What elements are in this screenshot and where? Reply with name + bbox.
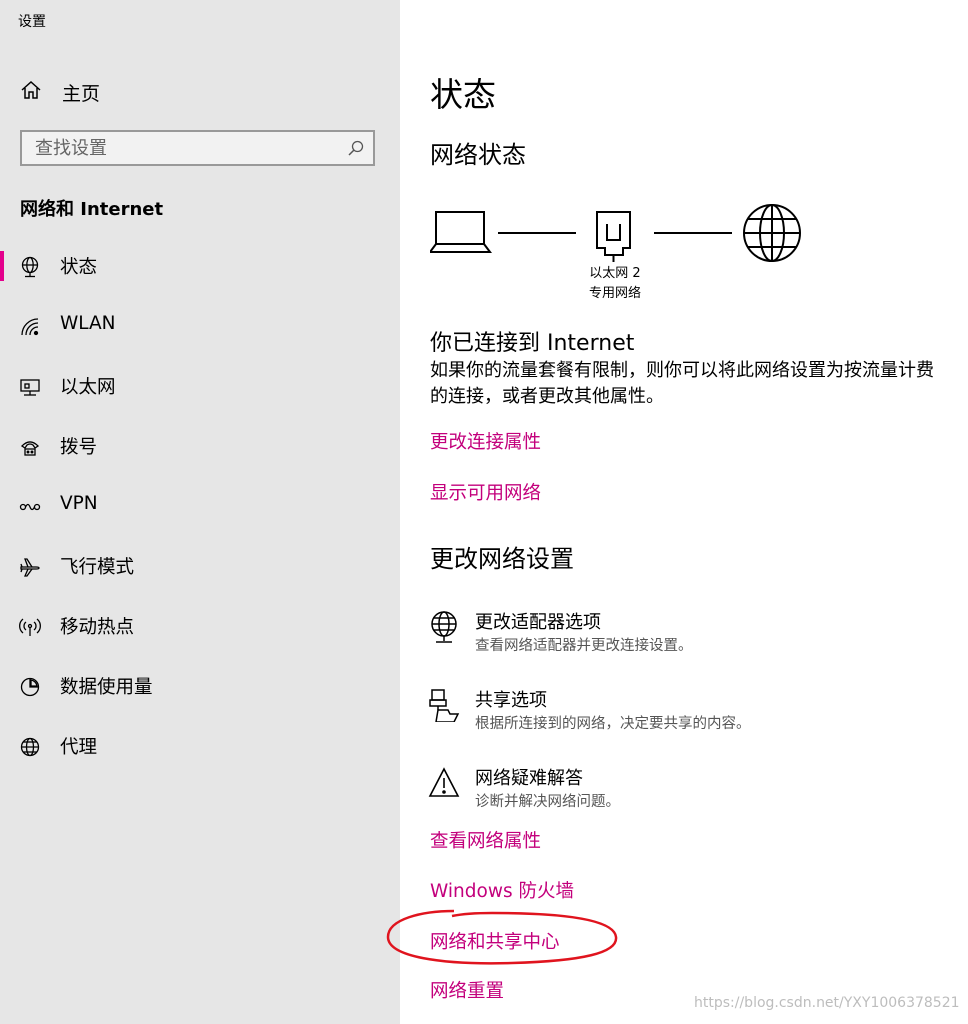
main-content: 状态 网络状态 以太网 2 专用网络 你已连接到 Internet 如果你的流量… — [400, 0, 968, 1024]
sidebar-nav: 状态 WLAN 以太网 拨号 VPN 飞行模式 移动热点 数据使用量 代理 — [0, 236, 400, 776]
change-settings-heading: 更改网络设置 — [430, 545, 574, 573]
option-description: 诊断并解决网络问题。 — [475, 794, 620, 810]
dialup-icon — [18, 435, 42, 459]
option-description: 查看网络适配器并更改连接设置。 — [475, 638, 693, 654]
option-description: 根据所连接到的网络，决定要共享的内容。 — [475, 716, 751, 732]
sidebar-item-label: 移动热点 — [60, 617, 135, 638]
data-usage-icon — [18, 675, 42, 699]
windows-firewall-link[interactable]: Windows 防火墙 — [430, 877, 574, 903]
adapter-options-item[interactable]: 更改适配器选项 查看网络适配器并更改连接设置。 — [428, 608, 948, 658]
globe-icon — [18, 735, 42, 759]
sharing-options-item[interactable]: 共享选项 根据所连接到的网络，决定要共享的内容。 — [428, 686, 948, 736]
network-reset-link[interactable]: 网络重置 — [430, 977, 504, 1003]
sidebar-item-data-usage[interactable]: 数据使用量 — [0, 656, 400, 716]
sidebar-item-airplane[interactable]: 飞行模式 — [0, 536, 400, 596]
sidebar-item-label: VPN — [60, 493, 98, 514]
option-title: 更改适配器选项 — [475, 612, 601, 633]
sidebar-item-label: 代理 — [60, 737, 98, 758]
sidebar-item-label: 数据使用量 — [60, 677, 153, 698]
sidebar-item-label: 飞行模式 — [60, 557, 135, 578]
hotspot-icon — [18, 615, 42, 639]
sidebar-item-label: 拨号 — [60, 437, 98, 458]
laptop-icon — [430, 211, 492, 253]
home-nav-item[interactable]: 主页 — [20, 78, 100, 106]
sidebar-item-status[interactable]: 状态 — [0, 236, 400, 296]
home-icon — [20, 79, 42, 105]
wifi-icon — [18, 315, 42, 339]
sidebar-item-wlan[interactable]: WLAN — [0, 296, 400, 356]
adapter-name: 以太网 2 — [589, 266, 641, 281]
page-title: 状态 — [430, 75, 496, 114]
search-box[interactable] — [20, 130, 375, 166]
home-label: 主页 — [62, 82, 101, 105]
network-status-heading: 网络状态 — [430, 141, 526, 169]
internet-globe-icon — [743, 204, 801, 262]
sidebar: 设置 主页 网络和 Internet 状态 WLAN — [0, 0, 400, 1024]
vpn-icon — [18, 495, 42, 519]
ethernet-icon — [18, 375, 42, 399]
connected-title: 你已连接到 Internet — [430, 331, 635, 356]
sidebar-item-label: 以太网 — [60, 377, 116, 398]
sidebar-item-dialup[interactable]: 拨号 — [0, 416, 400, 476]
troubleshoot-item[interactable]: 网络疑难解答 诊断并解决网络问题。 — [428, 764, 948, 814]
sidebar-item-proxy[interactable]: 代理 — [0, 716, 400, 776]
sidebar-item-label: WLAN — [60, 313, 116, 334]
sidebar-item-ethernet[interactable]: 以太网 — [0, 356, 400, 416]
adapter-globe-icon — [431, 611, 457, 643]
change-connection-properties-link[interactable]: 更改连接属性 — [430, 428, 541, 454]
sharing-icon — [429, 689, 460, 722]
show-available-networks-link[interactable]: 显示可用网络 — [430, 479, 541, 505]
sidebar-item-vpn[interactable]: VPN — [0, 476, 400, 536]
network-sharing-center-link[interactable]: 网络和共享中心 — [430, 928, 560, 954]
window-title: 设置 — [18, 14, 46, 30]
search-icon[interactable] — [339, 132, 373, 164]
adapter-label: 以太网 2 专用网络 — [570, 264, 660, 304]
option-title: 共享选项 — [475, 690, 547, 711]
ethernet-port-icon — [596, 211, 631, 262]
airplane-icon — [18, 555, 42, 579]
connected-description: 如果你的流量套餐有限制，则你可以将此网络设置为按流量计费的连接，或者更改其他属性… — [430, 360, 934, 407]
option-title: 网络疑难解答 — [475, 768, 583, 789]
view-network-properties-link[interactable]: 查看网络属性 — [430, 827, 541, 853]
globe-status-icon — [18, 255, 42, 279]
warning-icon — [428, 767, 460, 797]
watermark: https://blog.csdn.net/YXY1006378521 — [694, 995, 960, 1011]
sidebar-item-hotspot[interactable]: 移动热点 — [0, 596, 400, 656]
network-type: 专用网络 — [588, 286, 641, 301]
search-input[interactable] — [22, 136, 339, 160]
section-title: 网络和 Internet — [20, 199, 164, 220]
sidebar-item-label: 状态 — [60, 257, 98, 278]
